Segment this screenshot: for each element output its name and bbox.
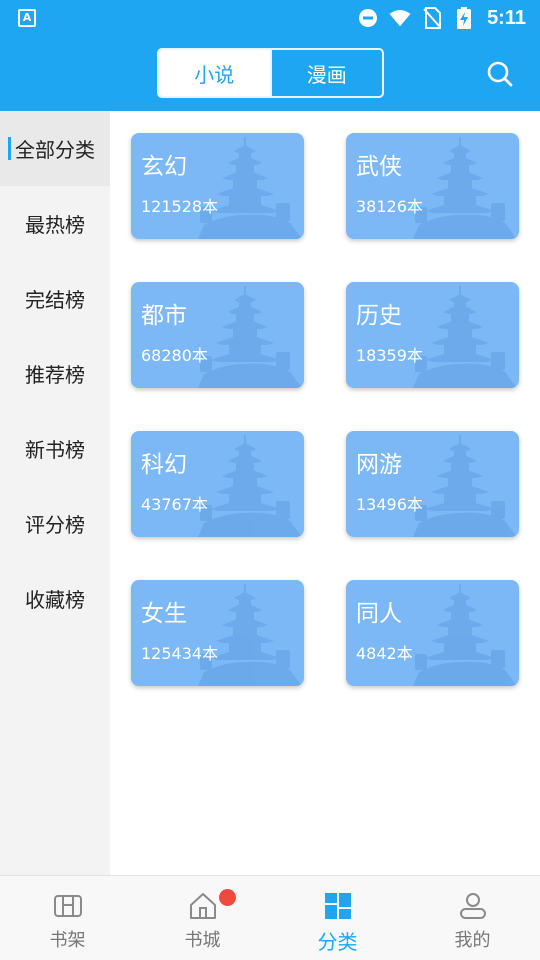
sidebar-item-label: 推荐榜 bbox=[25, 363, 85, 387]
nav-bookstore[interactable]: 书城 bbox=[135, 876, 270, 960]
category-book-count: 13496本 bbox=[356, 495, 423, 514]
nav-category[interactable]: 分类 bbox=[270, 876, 405, 960]
search-icon bbox=[487, 61, 513, 87]
tab-novel[interactable]: 小说 bbox=[159, 50, 270, 96]
sidebar-item-label: 收藏榜 bbox=[25, 588, 85, 612]
pagoda-illustration bbox=[198, 137, 302, 239]
category-card-xuanhuan[interactable]: 玄幻 121528本 bbox=[131, 133, 304, 239]
sidebar-item-rating[interactable]: 评分榜 bbox=[0, 486, 110, 561]
pagoda-illustration bbox=[198, 435, 302, 537]
no-sim-icon bbox=[421, 7, 443, 29]
category-name: 玄幻 bbox=[141, 154, 187, 180]
category-card-urban[interactable]: 都市 68280本 bbox=[131, 282, 304, 388]
nav-label: 我的 bbox=[454, 930, 491, 951]
sidebar-item-recommended[interactable]: 推荐榜 bbox=[0, 336, 110, 411]
ranking-sidebar: 全部分类 最热榜 完结榜 推荐榜 新书榜 评分榜 收藏榜 bbox=[0, 111, 110, 875]
home-icon bbox=[187, 890, 219, 922]
profile-icon bbox=[457, 890, 489, 922]
sidebar-item-hottest[interactable]: 最热榜 bbox=[0, 186, 110, 261]
category-book-count: 68280本 bbox=[141, 346, 208, 365]
wifi-icon bbox=[389, 7, 411, 29]
category-card-female[interactable]: 女生 125434本 bbox=[131, 580, 304, 686]
search-button[interactable] bbox=[484, 58, 516, 90]
pagoda-illustration bbox=[413, 584, 517, 686]
nav-label: 书架 bbox=[49, 930, 86, 951]
sidebar-item-new-books[interactable]: 新书榜 bbox=[0, 411, 110, 486]
category-book-count: 38126本 bbox=[356, 197, 423, 216]
status-time: 5:11 bbox=[487, 6, 526, 29]
pagoda-illustration bbox=[413, 435, 517, 537]
category-book-count: 18359本 bbox=[356, 346, 423, 365]
nav-label: 分类 bbox=[317, 930, 358, 954]
nav-label: 书城 bbox=[184, 930, 221, 951]
sidebar-item-favorites[interactable]: 收藏榜 bbox=[0, 561, 110, 636]
category-card-scifi[interactable]: 科幻 43767本 bbox=[131, 431, 304, 537]
sidebar-item-label: 新书榜 bbox=[25, 438, 85, 462]
sidebar-item-label: 完结榜 bbox=[25, 288, 85, 312]
bookshelf-icon bbox=[52, 890, 84, 922]
category-grid: 玄幻 121528本 武侠 38126本 都市 68280本 历史 18359本… bbox=[110, 111, 540, 875]
category-card-fanfiction[interactable]: 同人 4842本 bbox=[346, 580, 519, 686]
category-name: 都市 bbox=[141, 303, 187, 329]
status-bar: A 5:11 bbox=[0, 0, 540, 36]
battery-charging-icon bbox=[453, 7, 475, 29]
category-name: 历史 bbox=[356, 303, 402, 329]
app-bar: 小说 漫画 bbox=[0, 36, 540, 111]
pagoda-illustration bbox=[198, 286, 302, 388]
sidebar-item-label: 评分榜 bbox=[25, 513, 85, 537]
notification-badge bbox=[219, 889, 236, 906]
sidebar-item-completed[interactable]: 完结榜 bbox=[0, 261, 110, 336]
category-name: 武侠 bbox=[356, 154, 402, 180]
category-book-count: 125434本 bbox=[141, 644, 219, 663]
active-indicator bbox=[8, 137, 11, 160]
nav-profile[interactable]: 我的 bbox=[405, 876, 540, 960]
tab-comic[interactable]: 漫画 bbox=[269, 50, 383, 96]
category-name: 女生 bbox=[141, 601, 187, 627]
do-not-disturb-icon bbox=[357, 7, 379, 29]
category-name: 科幻 bbox=[141, 452, 187, 478]
pagoda-illustration bbox=[413, 286, 517, 388]
sidebar-item-label: 最热榜 bbox=[25, 213, 85, 237]
category-card-history[interactable]: 历史 18359本 bbox=[346, 282, 519, 388]
category-book-count: 43767本 bbox=[141, 495, 208, 514]
sidebar-item-label: 全部分类 bbox=[15, 138, 95, 162]
category-card-online-game[interactable]: 网游 13496本 bbox=[346, 431, 519, 537]
category-grid-icon bbox=[322, 890, 354, 922]
content-type-switcher: 小说 漫画 bbox=[157, 48, 384, 98]
app-notification-icon: A bbox=[18, 9, 36, 27]
category-name: 同人 bbox=[356, 601, 402, 627]
category-name: 网游 bbox=[356, 452, 402, 478]
category-book-count: 4842本 bbox=[356, 644, 413, 663]
sidebar-item-all-categories[interactable]: 全部分类 bbox=[0, 111, 110, 186]
category-card-wuxia[interactable]: 武侠 38126本 bbox=[346, 133, 519, 239]
nav-bookshelf[interactable]: 书架 bbox=[0, 876, 135, 960]
bottom-navigation: 书架 书城 分类 我的 bbox=[0, 875, 540, 960]
category-book-count: 121528本 bbox=[141, 197, 219, 216]
pagoda-illustration bbox=[413, 137, 517, 239]
pagoda-illustration bbox=[198, 584, 302, 686]
